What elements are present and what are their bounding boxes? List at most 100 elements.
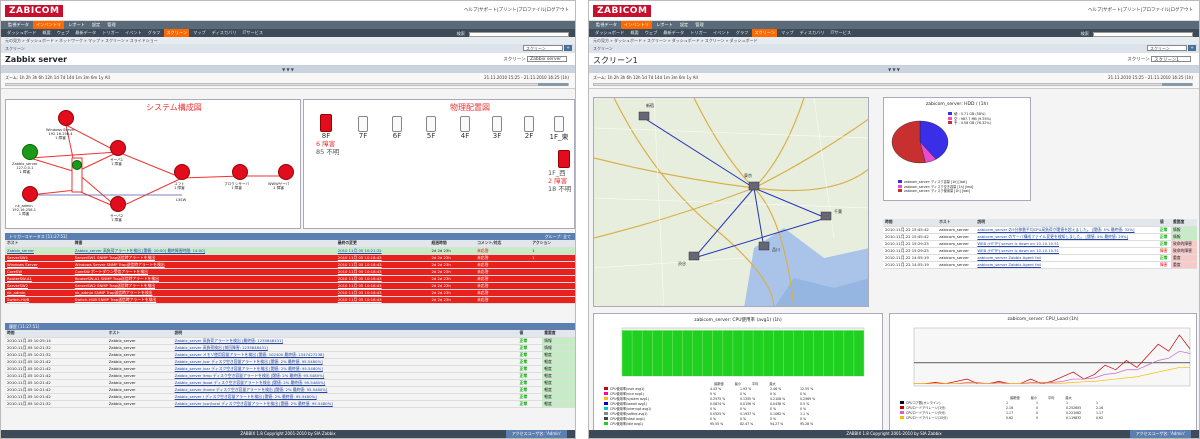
host-link[interactable]: CoreSW bbox=[5, 268, 73, 276]
column-header[interactable]: 値 bbox=[1157, 219, 1171, 227]
host-link[interactable]: Switch-HUB bbox=[5, 296, 73, 304]
column-header[interactable]: 時間 bbox=[883, 219, 938, 227]
event-link[interactable]: zabicom_server Zabbix Agent fail bbox=[975, 261, 1158, 269]
sub-menu-item[interactable]: ITサービス bbox=[829, 29, 854, 37]
sub-menu-item[interactable]: ダッシュボード bbox=[593, 29, 626, 37]
event-link[interactable]: zabicom_server Zabbix Agent fail bbox=[975, 254, 1158, 262]
trigger-link[interactable]: Zabbix_server 高負荷アラートを検出 [閾値: 10:00] 最終障… bbox=[72, 247, 336, 255]
event-link[interactable]: zabicom_server のサーバ構成ファイル変更を検知しました。 [閾値:… bbox=[975, 233, 1158, 241]
zoom-links[interactable]: ズーム: 1h 2h 3h 6h 12h 1d 7d 14d 1m 3m 6m … bbox=[5, 75, 110, 81]
main-menu-item[interactable]: 監視データ bbox=[593, 21, 620, 29]
node-proxy[interactable] bbox=[232, 164, 248, 180]
event-link[interactable]: Zabbix_server /home ディスク空き容量アラートを検出 [閾値:… bbox=[172, 386, 518, 394]
floor-4f-server-icon[interactable] bbox=[460, 116, 470, 132]
sub-menu-item[interactable]: 概要 bbox=[40, 29, 52, 37]
sub-menu-item[interactable]: ウェブ bbox=[643, 29, 660, 37]
column-header[interactable]: 値 bbox=[517, 330, 543, 338]
geo-map[interactable]: 新宿 東京 千葉 渋谷 品川 bbox=[593, 97, 869, 307]
sub-menu-item[interactable]: スクリーン bbox=[752, 29, 778, 37]
fullscreen-button[interactable]: + bbox=[564, 45, 572, 51]
event-link[interactable]: WEB (HTTP) server is down on 10.10.10.51 bbox=[975, 247, 1158, 255]
main-menu-item[interactable]: インベントリ bbox=[32, 21, 65, 29]
time-link[interactable]: 2010 11月 05 10:21:32 bbox=[335, 247, 430, 255]
sub-menu-item[interactable]: マップ bbox=[191, 29, 208, 37]
event-link[interactable]: Zabbix_server /usr/local ディスク空き容量アラートを検出… bbox=[172, 400, 518, 408]
trigger-link[interactable]: nk_admin SNMP Trap送信時アラートを検出 bbox=[72, 289, 336, 297]
column-header[interactable]: 経過時間 bbox=[429, 240, 476, 248]
sub-menu-item[interactable]: ITサービス bbox=[241, 29, 266, 37]
node-server1[interactable] bbox=[110, 140, 126, 156]
sub-menu-item[interactable]: 概要 bbox=[628, 29, 640, 37]
column-header[interactable]: 障害 bbox=[72, 240, 336, 248]
column-header[interactable]: 時間 bbox=[5, 330, 107, 338]
ack-link[interactable]: 未応答 bbox=[475, 261, 531, 269]
floor-2f-server-icon[interactable] bbox=[524, 116, 534, 132]
node-l3[interactable] bbox=[174, 164, 190, 180]
sub-menu-item[interactable]: 最新データ bbox=[73, 29, 98, 37]
ack-link[interactable]: 未応答 bbox=[475, 247, 531, 255]
header-links[interactable]: ヘルプ|サポート|プリント|プロファイル|ログアウト bbox=[464, 7, 569, 13]
slider-handle[interactable] bbox=[1162, 83, 1192, 86]
column-header[interactable]: コメント/対応 bbox=[475, 240, 531, 248]
time-link[interactable]: 2010 11月 05 10:18:43 bbox=[335, 254, 430, 262]
host-link[interactable]: ServerSW2 bbox=[5, 282, 73, 290]
sub-menu-item[interactable]: グラフ bbox=[146, 29, 163, 37]
event-link[interactable]: Zabbix_server / ディスク空き容量アラートを検出 [閾値: 2% … bbox=[172, 393, 518, 401]
breadcrumb[interactable]: 元の見方 » ダッシュボード » ネットワーク » マップ » スクリーン » … bbox=[1, 37, 575, 44]
search-input[interactable] bbox=[1093, 31, 1193, 37]
column-header[interactable]: ホスト bbox=[937, 219, 976, 227]
main-menu-item[interactable]: 設定 bbox=[677, 21, 691, 29]
screen-chooser-select[interactable]: スクリーン1 bbox=[1151, 56, 1191, 63]
floor-6f-server-icon[interactable] bbox=[392, 116, 402, 132]
host-link[interactable]: Zabbix_server bbox=[5, 247, 73, 255]
host-link[interactable]: RouterSW-A1 bbox=[5, 275, 73, 283]
period-slider[interactable] bbox=[5, 83, 569, 86]
column-header[interactable]: ホスト bbox=[106, 330, 173, 338]
node-router[interactable] bbox=[72, 160, 82, 170]
event-link[interactable]: Zabbix_server 高負荷検出 [前回障害: 1235848431] bbox=[172, 344, 518, 352]
event-link[interactable]: Zabbix_server /usr ディスク空き容量アラートを検出 [閾値: … bbox=[172, 358, 518, 366]
header-links[interactable]: ヘルプ|サポート|プリント|プロファイル|ログアウト bbox=[1088, 7, 1193, 13]
sub-menu-item[interactable]: マップ bbox=[779, 29, 796, 37]
time-link[interactable]: 2010 11月 05 10:18:43 bbox=[335, 261, 430, 269]
screen-select[interactable]: スクリーン bbox=[1147, 45, 1187, 51]
screen-chooser-select[interactable]: Zabbix server bbox=[527, 56, 567, 62]
period-slider[interactable] bbox=[593, 83, 1193, 86]
sub-menu-item[interactable]: ディスカバリ bbox=[210, 29, 239, 37]
event-link[interactable]: Zabbix_server メモリ使用容量アラートを検出 [閾値: 102400… bbox=[172, 351, 518, 359]
ack-link[interactable]: 未応答 bbox=[475, 275, 531, 283]
column-header[interactable]: アクション bbox=[530, 240, 575, 248]
event-link[interactable]: Zabbix_server 高負荷アラートを検出 [最終値: 123584843… bbox=[172, 337, 518, 345]
column-header[interactable]: 重要度 bbox=[542, 330, 575, 338]
sub-menu-item[interactable]: 最新データ bbox=[661, 29, 686, 37]
time-link[interactable]: 2010 11月 05 10:18:43 bbox=[335, 289, 430, 297]
sub-menu-item[interactable]: イベント bbox=[123, 29, 144, 37]
node-zabbix-server[interactable] bbox=[22, 144, 38, 160]
slider-handle[interactable] bbox=[538, 83, 568, 86]
node-nk-admin[interactable] bbox=[22, 186, 38, 202]
floor-7f-server-icon[interactable] bbox=[358, 116, 368, 132]
event-link[interactable]: WEB (HTTP) server is down on 10.10.10.51 bbox=[975, 240, 1158, 248]
time-link[interactable]: 2010 11月 05 10:18:43 bbox=[335, 282, 430, 290]
floor-8f-server-icon[interactable] bbox=[320, 114, 332, 132]
floor-5f-server-icon[interactable] bbox=[426, 116, 436, 132]
ack-link[interactable]: 未応答 bbox=[475, 296, 531, 304]
ack-link[interactable]: 未応答 bbox=[475, 268, 531, 276]
trigger-link[interactable]: Switch-HUB SNMP Trap送信時アラートを検出 bbox=[72, 296, 336, 304]
floor-1f-east-server-icon[interactable] bbox=[554, 116, 564, 132]
sub-menu-item[interactable]: グラフ bbox=[734, 29, 751, 37]
sub-menu-item[interactable]: スクリーン bbox=[164, 29, 190, 37]
main-menu-item[interactable]: 監視データ bbox=[5, 21, 32, 29]
host-link[interactable]: ServerSW1 bbox=[5, 254, 73, 262]
floor-1f-west-server-icon[interactable] bbox=[558, 150, 570, 168]
trigger-link[interactable]: Windows Server SNMP Trap送信時アラートを検出 bbox=[72, 261, 336, 269]
time-link[interactable]: 2010 11月 05 10:18:43 bbox=[335, 296, 430, 304]
host-link[interactable]: Windows Server bbox=[5, 261, 73, 269]
column-header[interactable]: 説明 bbox=[975, 219, 1158, 227]
main-menu-item[interactable]: 設定 bbox=[89, 21, 103, 29]
event-link[interactable]: Zabbix_server /var ディスク空き容量アラートを検出 [閾値: … bbox=[172, 365, 518, 373]
floor-3f-server-icon[interactable] bbox=[492, 116, 502, 132]
search-input[interactable] bbox=[469, 31, 569, 37]
node-windows-server[interactable] bbox=[58, 110, 74, 126]
trigger-link[interactable]: RouterSW-A1 SNMP Trap送信時アラートを検出 bbox=[72, 275, 336, 283]
